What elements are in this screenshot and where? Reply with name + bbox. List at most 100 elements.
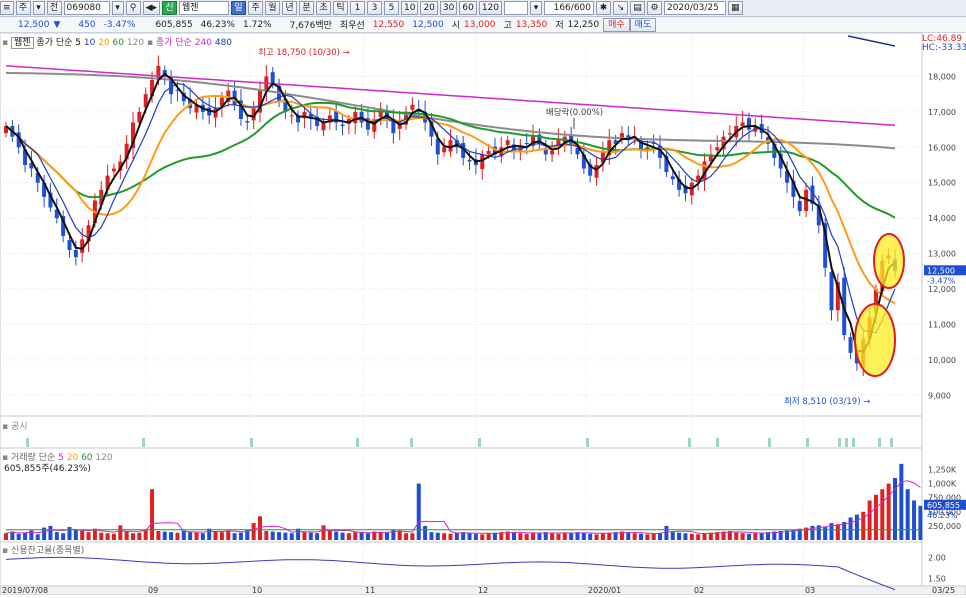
candle-body — [289, 115, 294, 117]
price-panel — [0, 32, 923, 417]
buy-button[interactable]: 매수 — [603, 17, 630, 32]
tab-second[interactable]: 초 — [316, 1, 331, 15]
volume-bar — [524, 533, 529, 540]
volume-bar — [854, 514, 859, 540]
volume-bar — [880, 489, 885, 540]
minute-1-button[interactable]: 1 — [350, 1, 365, 15]
volume-bar — [327, 529, 332, 540]
tab-month[interactable]: 월 — [265, 1, 280, 15]
candle-body — [442, 147, 447, 153]
tab-year[interactable]: 년 — [282, 1, 297, 15]
history-icon[interactable]: ◀▸ — [142, 1, 160, 15]
period-dropdown-icon[interactable]: ▾ — [530, 1, 542, 15]
minute-3-button[interactable]: 3 — [367, 1, 382, 15]
candle-body — [505, 140, 510, 146]
sell-button[interactable]: 매도 — [629, 17, 657, 32]
volume-bar — [353, 532, 358, 540]
volume-bar — [823, 527, 828, 540]
x-tick-label: 2020/01 — [588, 586, 621, 595]
current-price-label: 12,500 — [927, 266, 955, 275]
legend-ma60: 60 — [112, 38, 124, 48]
volume-tick-label: 1,000K — [928, 480, 957, 489]
volume-bar — [639, 533, 643, 540]
candle-body — [410, 104, 415, 110]
draw-icon[interactable]: ↘ — [613, 1, 628, 15]
volume-bar — [143, 529, 148, 540]
tab-week[interactable]: 주 — [248, 1, 263, 15]
volume-bar — [308, 532, 313, 540]
volume-bar — [23, 532, 28, 540]
minute-120-button[interactable]: 120 — [478, 1, 502, 15]
save-icon[interactable]: ▤ — [630, 1, 645, 15]
tab-tick[interactable]: 틱 — [333, 1, 348, 15]
volume-bar — [378, 532, 383, 540]
chart-type-select[interactable]: 주 — [15, 1, 31, 15]
high-label: 고 — [503, 21, 512, 31]
minute-20-button[interactable]: 20 — [420, 1, 438, 15]
prev-day-button[interactable]: 전 — [46, 1, 62, 15]
legend-ma-long-label: 종가 단순 — [155, 38, 192, 48]
volume-bar — [473, 533, 478, 540]
menu-icon[interactable]: ≡ — [0, 1, 14, 15]
volume-panel — [0, 447, 923, 543]
volume-bar — [562, 532, 567, 540]
code-dropdown-icon[interactable]: ▾ — [111, 1, 124, 15]
volume-bar — [918, 505, 923, 540]
candle-body — [67, 240, 72, 251]
minute-10-button[interactable]: 10 — [401, 1, 419, 15]
legend-stock-name: 웹젠 — [10, 37, 34, 49]
volume-bar — [365, 533, 370, 540]
credit-panel-label: ▪ 신용잔고율(종목별) — [2, 543, 84, 556]
candle-body — [740, 122, 745, 127]
top-toolbar: ≡ 주 ▾ 전 069080 ▾ ⚲ ◀▸ 신 웹젠 일 주 월 년 분 초 틱… — [0, 0, 966, 17]
chevron-down-icon[interactable]: ▾ — [32, 1, 45, 15]
volume-bar — [118, 525, 123, 540]
candle-body — [524, 143, 529, 145]
minute-60-button[interactable]: 60 — [459, 1, 477, 15]
period-input[interactable] — [504, 1, 528, 15]
tab-minute[interactable]: 분 — [299, 1, 314, 15]
low-label: 저 — [555, 21, 564, 31]
stock-code-input[interactable]: 069080 — [63, 1, 110, 15]
legend-square2-icon: ▪ — [146, 38, 154, 48]
stock-name-field[interactable]: 웹젠 — [179, 1, 229, 15]
calendar-icon[interactable]: ▦ — [728, 1, 743, 15]
notice-marker — [838, 438, 841, 447]
volume-bar — [200, 533, 205, 540]
volume-bar — [264, 530, 269, 540]
volume-bar — [207, 528, 212, 540]
volume-bar — [289, 533, 294, 540]
search-icon[interactable]: ⚲ — [125, 1, 141, 15]
high-annotation: 최고 18,750 (10/30) → — [258, 47, 350, 58]
volume-bar — [467, 533, 472, 540]
y-tick-label: 9,000 — [928, 391, 951, 400]
count-field[interactable]: 166/600 — [544, 1, 594, 15]
settings-icon[interactable]: ✱ — [596, 1, 611, 15]
turnover-rate: 1.72% — [243, 19, 272, 30]
volume-bar — [626, 532, 631, 540]
tab-day[interactable]: 일 — [231, 1, 246, 15]
volume-bar — [137, 532, 142, 540]
price-chart[interactable]: 18,000 17,000 16,000 15,000 14,000 13,000 12,0… — [0, 32, 966, 596]
credit-square-icon: ▪ — [2, 546, 9, 556]
y-tick-label: 12,000 — [928, 285, 956, 294]
legend-ma-label: 종가 단순 — [36, 38, 73, 48]
notice-marker — [142, 438, 145, 447]
volume-bar — [232, 533, 237, 540]
gear-icon[interactable]: ⚙ — [647, 1, 662, 15]
volume-bar — [188, 532, 193, 540]
volume-bar — [867, 500, 872, 540]
volume-bar — [670, 532, 675, 540]
minute-5-button[interactable]: 5 — [384, 1, 399, 15]
volume-bar — [581, 532, 586, 540]
volume-bar — [912, 500, 917, 540]
hc-label: HC:-33.33 — [922, 43, 966, 53]
minute-30-button[interactable]: 30 — [439, 1, 458, 15]
volume-bar — [442, 533, 447, 540]
volume-bar — [594, 534, 599, 540]
chart-area[interactable]: 18,000 17,000 16,000 15,000 14,000 13,000 12,0… — [0, 32, 966, 596]
date-input[interactable]: 2020/03/25 — [664, 1, 726, 15]
volume-bar — [569, 533, 574, 540]
candle-body — [829, 271, 834, 311]
volume-bar — [740, 533, 745, 540]
